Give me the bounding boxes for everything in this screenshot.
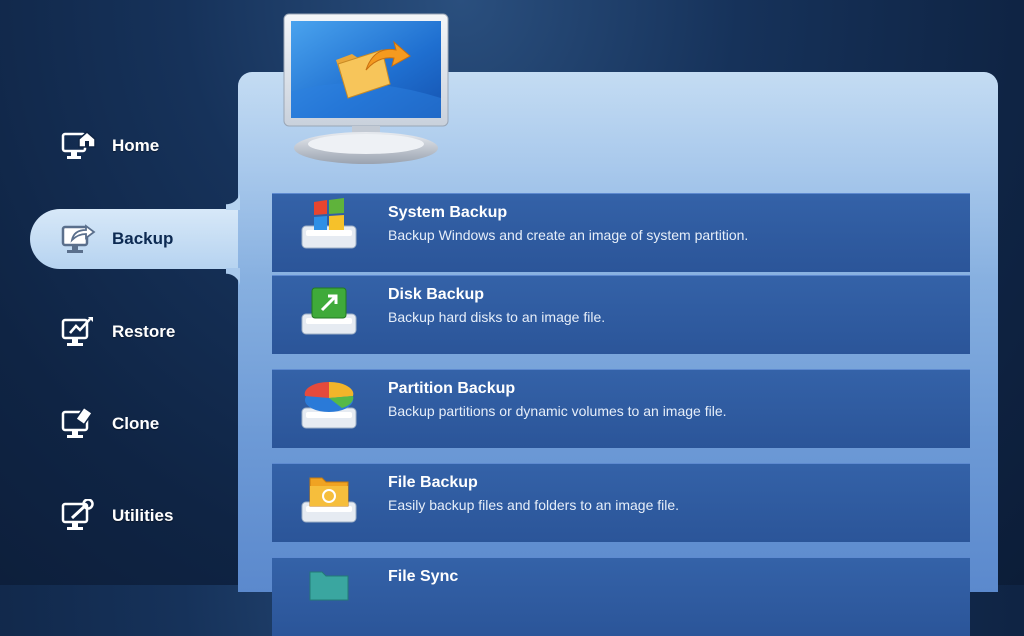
- sidebar-item-backup[interactable]: Backup: [30, 209, 240, 269]
- windows-logo-icon: [301, 198, 357, 249]
- clone-icon: [61, 407, 93, 438]
- backup-icon: [61, 224, 96, 253]
- file-backup-option[interactable]: File Backup Easily backup files and fold…: [272, 463, 970, 542]
- option-title: Disk Backup: [388, 286, 485, 303]
- option-description: Backup partitions or dynamic volumes to …: [388, 403, 727, 419]
- option-title: File Sync: [388, 568, 459, 585]
- sidebar-item-label: Restore: [112, 322, 176, 341]
- option-title: Partition Backup: [388, 380, 516, 397]
- sidebar-item-clone[interactable]: Clone: [30, 394, 240, 454]
- sidebar-item-label: Clone: [112, 414, 160, 433]
- sidebar-item-utilities[interactable]: Utilities: [30, 486, 240, 546]
- option-description: Backup hard disks to an image file.: [388, 309, 606, 325]
- sidebar-item-label: Utilities: [112, 506, 174, 525]
- sidebar: Home Backup Restore Clone Utilities: [0, 0, 240, 585]
- system-backup-option[interactable]: System Backup Backup Windows and create …: [272, 193, 970, 272]
- pie-chart-icon: [301, 381, 357, 429]
- disk-backup-option[interactable]: Disk Backup Backup hard disks to an imag…: [272, 275, 970, 354]
- home-icon: [61, 131, 96, 159]
- partition-backup-option[interactable]: Partition Backup Backup partitions or dy…: [272, 369, 970, 448]
- sidebar-item-label: Backup: [112, 229, 174, 248]
- restore-icon: [61, 317, 93, 346]
- file-sync-option[interactable]: File Sync: [272, 557, 970, 636]
- option-title: System Backup: [388, 204, 508, 221]
- sidebar-item-restore[interactable]: Restore: [30, 302, 240, 362]
- utilities-icon: [61, 499, 94, 530]
- folder-icon: [301, 477, 357, 523]
- option-description: Easily backup files and folders to an im…: [388, 497, 680, 513]
- option-title: File Backup: [388, 474, 478, 491]
- sidebar-item-home[interactable]: Home: [30, 116, 240, 176]
- disk-icon: [301, 287, 357, 335]
- tab-connector: [226, 268, 240, 288]
- sync-folder-icon: [309, 571, 349, 601]
- sidebar-item-label: Home: [112, 136, 160, 155]
- option-description: Backup Windows and create an image of sy…: [388, 227, 749, 243]
- tab-connector: [226, 190, 240, 210]
- backup-monitor-icon: [283, 13, 449, 164]
